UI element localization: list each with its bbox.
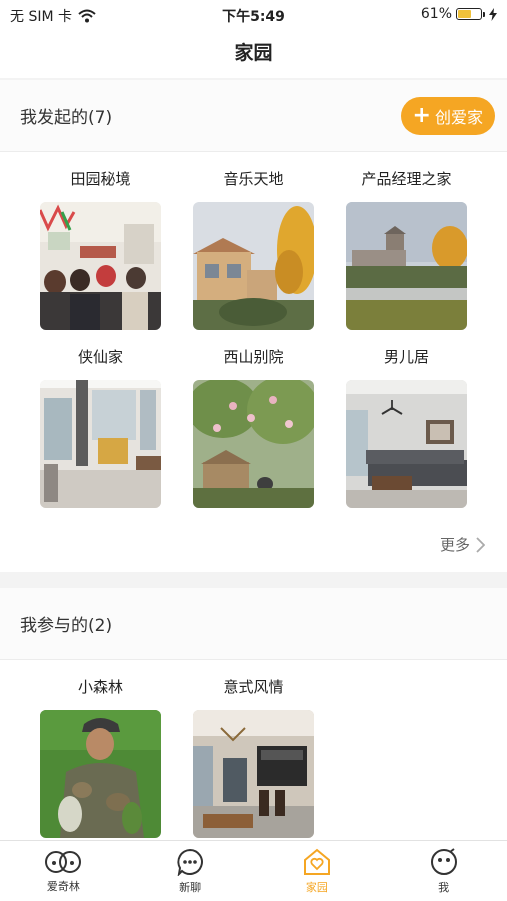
tab-me[interactable]: 我: [380, 841, 507, 901]
home-photo[interactable]: [193, 710, 314, 838]
home-heart-icon: [303, 848, 330, 875]
battery-tip: [483, 11, 485, 17]
tab-label: 家园: [305, 880, 328, 894]
home-name: 产品经理之家: [361, 170, 452, 188]
home-name: 意式风情: [223, 678, 284, 696]
initiated-header: 我发起的(7) + 创爱家: [0, 80, 507, 152]
joined-header: 我参与的(2): [0, 588, 507, 660]
chevron-right-icon: [476, 536, 485, 553]
home-card[interactable]: 小森林: [40, 660, 161, 838]
home-name: 小森林: [77, 678, 123, 696]
home-card[interactable]: 侠仙家: [40, 330, 161, 508]
more-link[interactable]: 更多: [440, 534, 485, 555]
joined-grid: 小森林 意式风情: [0, 660, 507, 838]
home-photo[interactable]: [40, 202, 161, 330]
create-home-button[interactable]: + 创爱家: [400, 96, 495, 135]
chat-bubble-icon: [177, 848, 204, 876]
home-photo[interactable]: [193, 202, 314, 330]
home-photo[interactable]: [40, 380, 161, 508]
home-photo[interactable]: [346, 202, 467, 330]
battery-icon: [456, 8, 482, 20]
tab-label: 新聊: [179, 880, 202, 894]
home-card[interactable]: 意式风情: [193, 660, 314, 838]
create-home-label: 创爱家: [434, 107, 483, 127]
profile-face-icon: [430, 847, 457, 875]
home-photo[interactable]: [346, 380, 467, 508]
home-name: 侠仙家: [77, 348, 123, 366]
plus-icon: +: [412, 102, 431, 128]
home-name: 音乐天地: [223, 170, 284, 188]
home-card[interactable]: 田园秘境: [40, 152, 161, 330]
more-label: 更多: [439, 536, 470, 554]
home-card[interactable]: 产品经理之家: [346, 152, 467, 330]
home-card[interactable]: 西山别院: [193, 330, 314, 508]
tab-label: 爱奇林: [46, 879, 80, 893]
battery-percent: 61%: [420, 6, 452, 22]
tab-chat[interactable]: 新聊: [127, 841, 254, 901]
aiqilin-icon: [45, 850, 82, 873]
status-bar: 无 SIM 卡 下午5:49 61%: [0, 0, 507, 30]
home-photo[interactable]: [40, 710, 161, 838]
home-name: 男儿居: [383, 348, 429, 366]
joined-title: 我参与的(2): [20, 616, 113, 636]
initiated-section: 我发起的(7) + 创爱家 田园秘境 音乐天地 产品经理之家 侠仙家 西山别院 …: [0, 80, 507, 572]
charging-icon: [489, 7, 497, 21]
battery-fill: [458, 10, 471, 18]
home-card[interactable]: 男儿居: [346, 330, 467, 508]
home-photo[interactable]: [193, 380, 314, 508]
home-name: 西山别院: [223, 348, 284, 366]
home-name: 田园秘境: [70, 170, 131, 188]
tab-home[interactable]: 家园: [254, 841, 381, 901]
initiated-title: 我发起的(7): [20, 108, 113, 128]
page-title: 家园: [0, 30, 507, 78]
joined-section: 我参与的(2) 小森林 意式风情: [0, 588, 507, 840]
tab-aiqilin[interactable]: 爱奇林: [0, 841, 127, 901]
home-card[interactable]: 音乐天地: [193, 152, 314, 330]
tab-bar: 爱奇林 新聊 家园 我: [0, 840, 507, 901]
tab-label: 我: [438, 880, 450, 894]
initiated-grid: 田园秘境 音乐天地 产品经理之家 侠仙家 西山别院 男儿居: [0, 152, 507, 508]
